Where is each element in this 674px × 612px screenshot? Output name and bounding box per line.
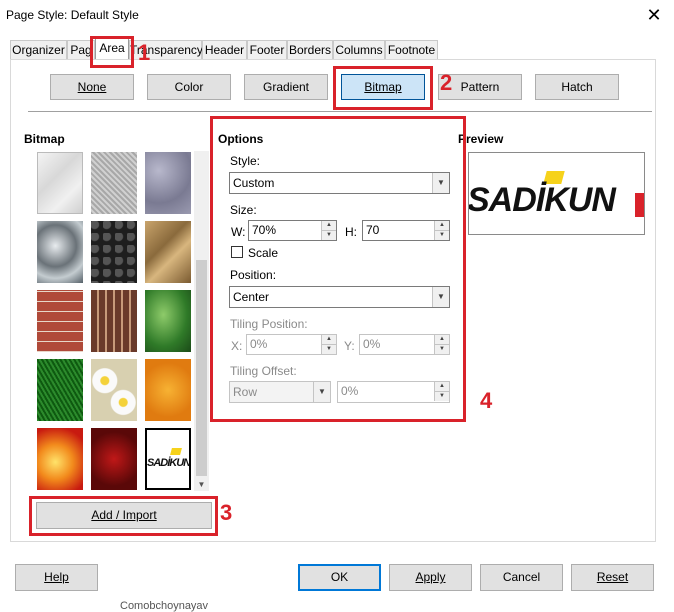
bitmap-thumb-sadikun-logo[interactable]: SADİKUN — [145, 428, 191, 490]
bitmap-thumb-leaves[interactable] — [145, 290, 191, 352]
help-button[interactable]: Help — [15, 564, 98, 591]
ok-button[interactable]: OK — [298, 564, 381, 591]
title-bar: Page Style: Default Style ✕ — [0, 0, 674, 32]
bitmap-thumb-stone[interactable] — [145, 221, 191, 283]
bitmap-thumb-fire[interactable] — [37, 428, 83, 490]
gradient-button[interactable]: Gradient — [244, 74, 328, 100]
apply-button[interactable]: Apply — [389, 564, 472, 591]
window-title: Page Style: Default Style — [6, 8, 139, 22]
bitmap-thumb-paper-crumpled[interactable] — [145, 152, 191, 214]
preview-box: SADİKUN — [468, 152, 645, 235]
annotation-number-2: 2 — [440, 70, 453, 95]
hatch-button[interactable]: Hatch — [535, 74, 619, 100]
none-button[interactable]: None — [50, 74, 134, 100]
logo-accent — [635, 193, 644, 217]
tab-organizer[interactable]: Organizer — [10, 40, 67, 59]
tab-footnote[interactable]: Footnote — [385, 40, 438, 59]
bitmap-thumb-wood-floor[interactable] — [91, 290, 137, 352]
annotation-number-4: 4 — [480, 388, 493, 413]
reset-button[interactable]: Reset — [571, 564, 654, 591]
scroll-down-icon[interactable]: ▼ — [196, 480, 207, 490]
annotation-box-2 — [333, 66, 433, 110]
annotation-box-3 — [29, 496, 218, 536]
bitmap-thumb-daisy[interactable] — [91, 359, 137, 421]
thumb-logo-text: SADİKUN — [147, 457, 191, 469]
tab-header[interactable]: Header — [202, 40, 247, 59]
bitmap-thumb-paper-texture[interactable] — [91, 152, 137, 214]
bitmap-scroll-thumb[interactable] — [196, 260, 207, 476]
logo-mark-icon — [170, 448, 182, 455]
tab-borders[interactable]: Borders — [287, 40, 333, 59]
bitmap-thumb-metal[interactable] — [37, 221, 83, 283]
bitmap-thumb-pebbles[interactable] — [91, 221, 137, 283]
background-document-text: Comobchoynayav — [120, 600, 209, 612]
bitmap-thumb-grass[interactable] — [37, 359, 83, 421]
annotation-box-1 — [90, 36, 134, 68]
annotation-number-3: 3 — [220, 500, 233, 525]
color-button[interactable]: Color — [147, 74, 231, 100]
bitmap-thumb-painted-white[interactable] — [37, 152, 83, 214]
bitmap-thumb-orange-texture[interactable] — [145, 359, 191, 421]
cancel-button[interactable]: Cancel — [480, 564, 563, 591]
bitmap-heading: Bitmap — [24, 132, 65, 146]
bitmap-thumb-brick[interactable] — [37, 290, 83, 352]
bitmap-thumb-roses[interactable] — [91, 428, 137, 490]
separator — [28, 111, 652, 112]
annotation-number-1: 1 — [138, 40, 151, 65]
tab-columns[interactable]: Columns — [333, 40, 385, 59]
tab-footer[interactable]: Footer — [247, 40, 287, 59]
close-icon[interactable]: ✕ — [644, 4, 664, 26]
annotation-box-4 — [210, 116, 466, 422]
preview-logo-text: SADİKUN — [468, 181, 616, 219]
